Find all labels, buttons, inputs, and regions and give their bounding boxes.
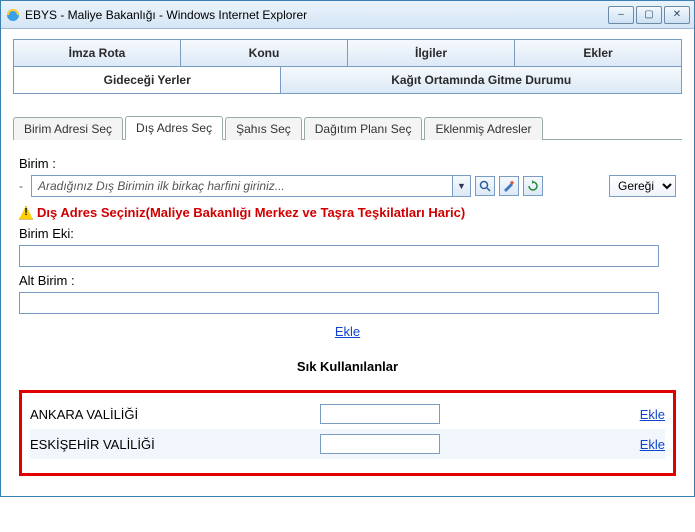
titlebar: EBYS - Maliye Bakanlığı - Windows Intern…	[1, 1, 694, 29]
subtab-dagitim-plani-sec[interactable]: Dağıtım Planı Seç	[304, 117, 423, 140]
warning-message: ! Dış Adres Seçiniz(Maliye Bakanlığı Mer…	[19, 205, 676, 220]
alt-birim-label: Alt Birim :	[19, 273, 676, 288]
alt-birim-input[interactable]	[19, 292, 659, 314]
ie-icon	[5, 7, 21, 23]
sub-tab-row: Birim Adresi Seç Dış Adres Seç Şahıs Seç…	[13, 116, 682, 140]
tab-imza-rota[interactable]: İmza Rota	[14, 40, 181, 66]
favorite-ekle-link[interactable]: Ekle	[640, 437, 665, 452]
birim-eki-label: Birim Eki:	[19, 226, 676, 241]
subtab-dis-adres-sec[interactable]: Dış Adres Seç	[125, 116, 223, 140]
favorites-highlight-box: ANKARA VALİLİĞİ Ekle ESKİŞEHİR VALİLİĞİ …	[19, 390, 676, 476]
favorite-row: ANKARA VALİLİĞİ Ekle	[30, 399, 665, 429]
favorites-header: Sık Kullanılanlar	[19, 359, 676, 374]
search-icon[interactable]	[475, 176, 495, 196]
geregi-select[interactable]: Gereği	[609, 175, 676, 197]
warning-text: Dış Adres Seçiniz(Maliye Bakanlığı Merke…	[37, 205, 465, 220]
birim-row: - Aradığınız Dış Birimin ilk birkaç harf…	[19, 175, 676, 197]
window-title: EBYS - Maliye Bakanlığı - Windows Intern…	[25, 8, 608, 22]
close-button[interactable]: ✕	[664, 6, 690, 24]
form-area: Birim : - Aradığınız Dış Birimin ilk bir…	[13, 140, 682, 476]
tab-gidecegi-yerler[interactable]: Gideceği Yerler	[14, 67, 281, 93]
favorite-ekle-link[interactable]: Ekle	[640, 407, 665, 422]
subtab-sahis-sec[interactable]: Şahıs Seç	[225, 117, 302, 140]
favorite-input[interactable]	[320, 404, 440, 424]
ekle-link[interactable]: Ekle	[19, 324, 676, 339]
tab-konu[interactable]: Konu	[181, 40, 348, 66]
refresh-icon[interactable]	[523, 176, 543, 196]
favorite-name: ANKARA VALİLİĞİ	[30, 407, 320, 422]
tab-ekler[interactable]: Ekler	[515, 40, 681, 66]
chevron-down-icon[interactable]: ▼	[452, 176, 470, 196]
birim-eki-input[interactable]	[19, 245, 659, 267]
birim-label: Birim :	[19, 156, 676, 171]
favorite-input[interactable]	[320, 434, 440, 454]
warning-icon: !	[19, 206, 33, 220]
geregi-wrapper: Gereği	[609, 175, 676, 197]
subtab-eklenmis-adresler[interactable]: Eklenmiş Adresler	[424, 117, 542, 140]
content-area: İmza Rota Konu İlgiler Ekler Gideceği Ye…	[1, 29, 694, 496]
subtab-birim-adresi-sec[interactable]: Birim Adresi Seç	[13, 117, 123, 140]
app-window: EBYS - Maliye Bakanlığı - Windows Intern…	[0, 0, 695, 497]
maximize-button[interactable]: ▢	[636, 6, 662, 24]
window-buttons: – ▢ ✕	[608, 6, 690, 24]
favorite-row: ESKİŞEHİR VALİLİĞİ Ekle	[30, 429, 665, 459]
favorite-name: ESKİŞEHİR VALİLİĞİ	[30, 437, 320, 452]
birim-combo[interactable]: Aradığınız Dış Birimin ilk birkaç harfin…	[31, 175, 471, 197]
clear-icon[interactable]	[499, 176, 519, 196]
top-tab-row: İmza Rota Konu İlgiler Ekler	[13, 39, 682, 67]
tab-ilgiler[interactable]: İlgiler	[348, 40, 515, 66]
second-tab-row: Gideceği Yerler Kağıt Ortamında Gitme Du…	[13, 67, 682, 94]
birim-combo-placeholder: Aradığınız Dış Birimin ilk birkaç harfin…	[32, 179, 452, 193]
minimize-button[interactable]: –	[608, 6, 634, 24]
tab-kagit-ortaminda[interactable]: Kağıt Ortamında Gitme Durumu	[281, 67, 681, 93]
